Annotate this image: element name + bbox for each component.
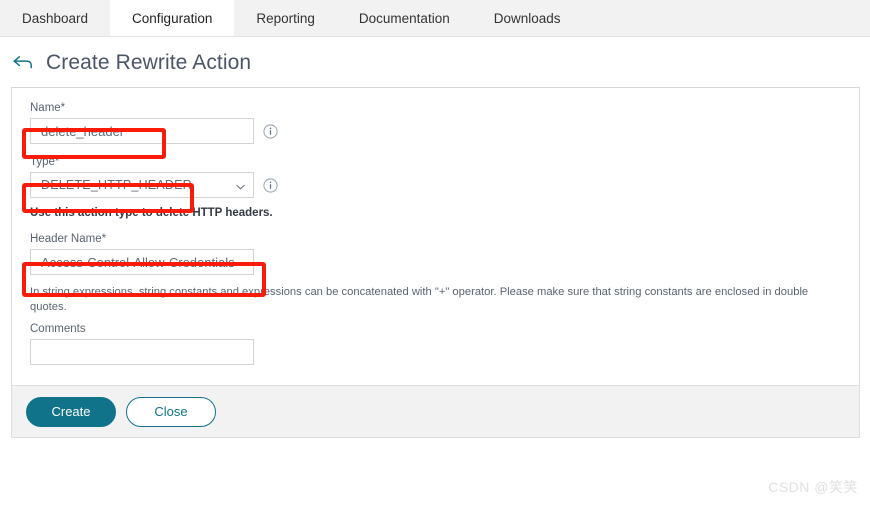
- type-label: Type*: [30, 156, 60, 168]
- watermark: CSDN @笑笑: [768, 479, 858, 495]
- comments-input[interactable]: [30, 339, 254, 366]
- type-select[interactable]: DELETE_HTTP_HEADER: [30, 172, 254, 198]
- page-header: Create Rewrite Action: [0, 37, 870, 87]
- close-button[interactable]: Close: [126, 396, 216, 427]
- create-button-label: Create: [51, 404, 91, 420]
- field-header-name: Header Name*: [30, 233, 841, 275]
- back-arrow-icon[interactable]: [12, 52, 34, 74]
- page-root: Dashboard Configuration Reporting Docume…: [0, 0, 870, 505]
- tab-dashboard[interactable]: Dashboard: [0, 0, 110, 36]
- close-button-label: Close: [154, 404, 188, 420]
- create-button[interactable]: Create: [26, 396, 116, 427]
- name-control-row: [30, 118, 841, 144]
- tab-configuration[interactable]: Configuration: [110, 0, 235, 36]
- form-body: Name* Type*: [12, 88, 859, 385]
- field-type: Type* DELETE_HTTP_HEADER: [30, 156, 841, 198]
- header-name-input[interactable]: [30, 249, 254, 275]
- type-select-value: DELETE_HTTP_HEADER: [41, 178, 192, 192]
- header-name-label: Header Name*: [30, 233, 107, 245]
- tab-label: Downloads: [493, 10, 561, 26]
- type-help-text: Use this action type to delete HTTP head…: [30, 207, 273, 219]
- type-control-row: DELETE_HTTP_HEADER: [30, 172, 841, 198]
- tab-documentation[interactable]: Documentation: [337, 0, 472, 36]
- tab-reporting[interactable]: Reporting: [234, 0, 337, 36]
- page-title: Create Rewrite Action: [46, 51, 252, 74]
- name-label: Name*: [30, 102, 66, 114]
- info-icon[interactable]: [263, 177, 278, 193]
- type-select-wrapper: DELETE_HTTP_HEADER: [30, 172, 254, 198]
- info-icon[interactable]: [263, 123, 278, 139]
- tab-downloads[interactable]: Downloads: [472, 0, 583, 36]
- comments-label: Comments: [30, 323, 86, 336]
- name-input[interactable]: [30, 118, 254, 144]
- create-rewrite-action-card: Name* Type*: [11, 87, 860, 439]
- tab-label: Configuration: [132, 10, 213, 26]
- action-bar: Create Close: [12, 385, 859, 438]
- field-name: Name*: [30, 102, 841, 144]
- expression-note: In string expressions, string constants …: [30, 286, 809, 313]
- tab-label: Reporting: [256, 10, 315, 26]
- top-tab-bar: Dashboard Configuration Reporting Docume…: [0, 0, 870, 37]
- field-comments: Comments: [30, 323, 841, 366]
- tab-label: Dashboard: [22, 10, 89, 26]
- tab-label: Documentation: [358, 10, 450, 26]
